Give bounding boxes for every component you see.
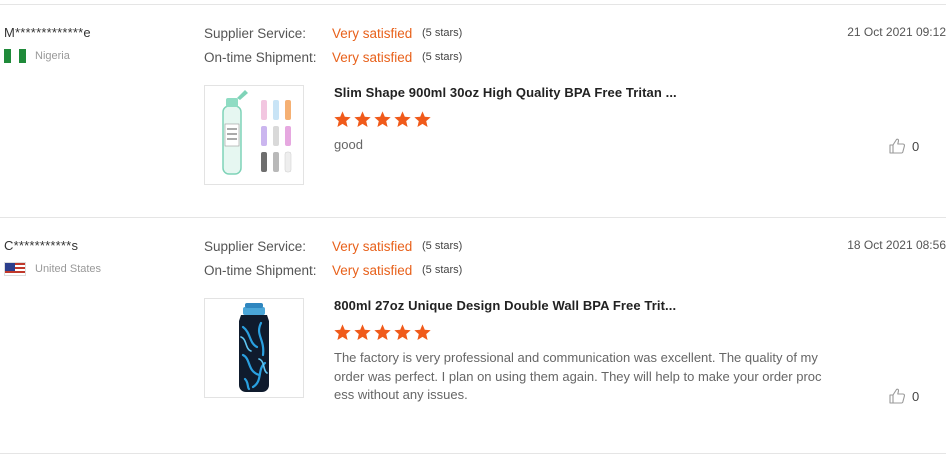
star-rating bbox=[333, 110, 432, 129]
shipment-rating: On-time Shipment: Very satisfied (5 star… bbox=[204, 258, 462, 282]
product-image[interactable] bbox=[204, 85, 304, 185]
rating-value: Very satisfied bbox=[332, 25, 413, 41]
star-icon bbox=[414, 111, 431, 127]
rating-label: On-time Shipment: bbox=[204, 262, 317, 278]
shipment-rating: On-time Shipment: Very satisfied (5 star… bbox=[204, 45, 462, 69]
nigeria-flag-icon bbox=[4, 49, 26, 63]
reviews-list: M*************e Nigeria Supplier Service… bbox=[0, 0, 952, 455]
product-title-link[interactable]: Slim Shape 900ml 30oz High Quality BPA F… bbox=[334, 85, 677, 100]
star-icon bbox=[354, 324, 371, 340]
star-icon bbox=[414, 324, 431, 340]
thumbs-up-icon bbox=[889, 138, 906, 154]
rating-label: Supplier Service: bbox=[204, 238, 307, 254]
rating-value: Very satisfied bbox=[332, 49, 413, 65]
helpful-button[interactable]: 0 bbox=[888, 137, 919, 155]
united-states-flag-icon bbox=[4, 262, 26, 276]
supplier-service-rating: Supplier Service: Very satisfied (5 star… bbox=[204, 21, 462, 45]
reviewer-name: M*************e bbox=[4, 25, 91, 40]
rating-label: Supplier Service: bbox=[204, 25, 307, 41]
review-date: 21 Oct 2021 09:12 bbox=[847, 25, 946, 39]
rating-value: Very satisfied bbox=[332, 262, 413, 278]
star-icon bbox=[334, 111, 351, 127]
star-icon bbox=[374, 111, 391, 127]
water-bottle-thumbnail bbox=[239, 303, 269, 392]
rating-stars-text: (5 stars) bbox=[422, 27, 463, 39]
helpful-count: 0 bbox=[912, 388, 920, 404]
review-date: 18 Oct 2021 08:56 bbox=[847, 238, 946, 252]
rating-stars-text: (5 stars) bbox=[422, 51, 463, 63]
star-icon bbox=[334, 324, 351, 340]
product-image[interactable] bbox=[204, 298, 304, 398]
thumbs-up-icon bbox=[889, 388, 906, 404]
ratings: Supplier Service: Very satisfied (5 star… bbox=[204, 234, 462, 282]
star-icon bbox=[354, 111, 371, 127]
reviewer-country: Nigeria bbox=[4, 49, 91, 63]
country-label: United States bbox=[35, 263, 102, 275]
reviewer-info: C***********s United States bbox=[4, 238, 101, 276]
ratings: Supplier Service: Very satisfied (5 star… bbox=[204, 21, 462, 69]
rating-label: On-time Shipment: bbox=[204, 49, 317, 65]
reviewer-info: M*************e Nigeria bbox=[4, 25, 91, 63]
reviewer-country: United States bbox=[4, 262, 101, 276]
reviewer-name: C***********s bbox=[4, 238, 79, 253]
helpful-button[interactable]: 0 bbox=[888, 387, 919, 405]
product-title-link[interactable]: 800ml 27oz Unique Design Double Wall BPA… bbox=[334, 298, 676, 313]
review-comment: good bbox=[334, 137, 363, 152]
star-icon bbox=[394, 111, 411, 127]
star-rating bbox=[333, 323, 432, 342]
review-item: M*************e Nigeria Supplier Service… bbox=[0, 4, 952, 217]
divider bbox=[0, 453, 946, 454]
rating-stars-text: (5 stars) bbox=[422, 264, 463, 276]
review-comment: The factory is very professional and com… bbox=[334, 350, 822, 402]
supplier-service-rating: Supplier Service: Very satisfied (5 star… bbox=[204, 234, 462, 258]
country-label: Nigeria bbox=[35, 50, 70, 62]
water-bottle-thumbnail bbox=[222, 90, 292, 175]
review-item: C***********s United States Supplier Ser… bbox=[0, 217, 952, 454]
star-icon bbox=[374, 324, 391, 340]
helpful-count: 0 bbox=[912, 138, 920, 154]
rating-value: Very satisfied bbox=[332, 238, 413, 254]
star-icon bbox=[394, 324, 411, 340]
rating-stars-text: (5 stars) bbox=[422, 240, 463, 252]
